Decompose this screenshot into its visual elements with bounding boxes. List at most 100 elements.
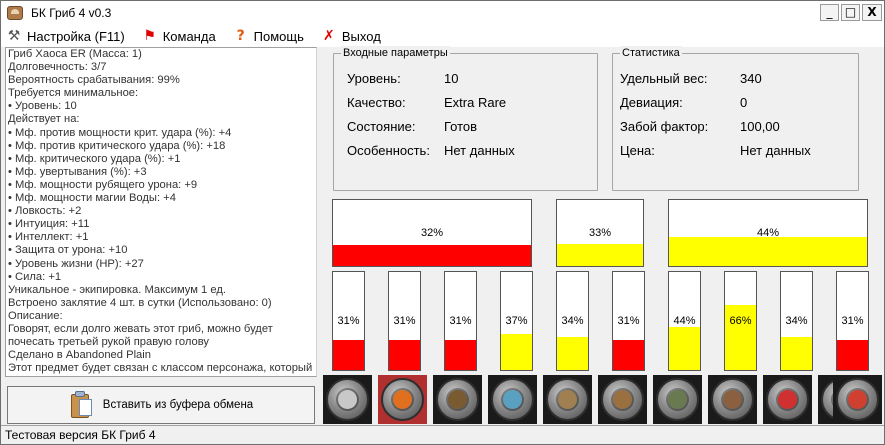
slot-bar-percent: 31% [337,315,360,327]
slot-bar: 34% [780,271,813,371]
weight-value: 340 [740,71,762,86]
slot-bar-percent: 31% [449,315,472,327]
item-text-line: • Интуиция: +11 [8,218,90,231]
item-text-line: Встроено заклятие 4 шт. в сутки (Использ… [8,296,272,309]
slot-bar-percent: 34% [785,315,808,327]
quality-label: Качество: [347,95,406,110]
state-value: Готов [444,119,478,134]
slot-bar-percent: 31% [617,315,640,327]
item-slot[interactable] [323,375,372,424]
menu-help[interactable]: ? Помощь [232,26,304,46]
item-text-line: • Мф. против критического удара (%): +18 [8,139,226,152]
window-controls: _ □ X [820,4,882,21]
item-text-line: • Мф. критического удара (%): +1 [8,152,181,165]
slot-bar: 31% [332,271,365,371]
item-text-line: • Мф. мощности магии Воды: +4 [8,192,176,205]
paste-from-clipboard-button[interactable]: Вставить из буфера обмена [7,386,315,424]
item-slot[interactable] [543,375,592,424]
menu-team[interactable]: ⚑ Команда [141,26,215,46]
item-text-line: • Уровень: 10 [8,100,77,113]
chest-icon [711,378,754,421]
wrench-icon: ⚒ [7,28,21,44]
slot-bar-fill [445,339,476,370]
item-text-line: Долговечность: 3/7 [8,61,107,74]
slot-bar-fill [669,326,700,370]
red-flower-icon [766,378,809,421]
price-label: Цена: [620,143,655,158]
price-value: Нет данных [740,143,811,158]
item-text-line: • Мф. увертывания (%): +3 [8,165,147,178]
item-slot[interactable] [708,375,757,424]
kill-factor-label: Забой фактор: [620,119,709,134]
slot-bar-fill [333,339,364,370]
item-slot[interactable] [488,375,537,424]
item-text-line: Требуется минимальное: [8,87,139,100]
slot-bar-fill [781,336,812,370]
menu-settings-label: Настройка (F11) [27,28,125,44]
slot-bar: 34% [556,271,589,371]
item-description-textbox[interactable]: Гриб Хаоса ER (Масса: 1) Долговечность: 3… [5,47,317,377]
slot-bar: 31% [612,271,645,371]
deviation-label: Девиация: [620,95,683,110]
menu-exit[interactable]: ✗ Выход [320,26,381,46]
item-slot[interactable] [433,375,482,424]
item-text-line: Говорят, если долго жевать этот гриб, мо… [8,322,273,335]
item-slot[interactable] [833,375,882,424]
slot-bar-fill [501,333,532,370]
item-slot[interactable] [763,375,812,424]
maximize-button[interactable]: □ [841,4,860,21]
slot-bar-percent: 44% [673,315,696,327]
item-text-line: Уникальное - экипировка. Максимум 1 ед. [8,283,226,296]
slot-bar-fill [389,339,420,370]
item-text-line: Описание: [8,309,63,322]
item-text-line: • Защита от урона: +10 [8,244,128,257]
statistics-caption: Статистика [620,46,682,60]
minimize-button[interactable]: _ [820,4,839,21]
item-text-line: • Интеллект: +1 [8,231,89,244]
slot-bar: 37% [500,271,533,371]
clipboard-icon [69,391,93,419]
item-text-line: Гриб Хаоса ER (Масса: 1) [8,48,142,60]
summary-bar: 44% [668,199,868,267]
slot-bar: 31% [836,271,869,371]
summary-bar-percent: 32% [420,227,444,239]
slot-bar-percent: 31% [841,315,864,327]
item-slot[interactable] [653,375,702,424]
menu-exit-label: Выход [341,28,381,44]
weight-label: Удельный вес: [620,71,708,86]
item-text-line: • Мф. мощности рубящего урона: +9 [8,178,198,191]
item-text-line: • Сила: +1 [8,270,62,283]
title-bar[interactable]: БК Гриб 4 v0.3 _ □ X [1,1,884,25]
summary-bar: 32% [332,199,532,267]
input-params-caption: Входные параметры [341,46,450,60]
close-button[interactable]: X [862,4,882,21]
kill-factor-value: 100,00 [740,119,780,134]
item-text-line: Вероятность срабатывания: 99% [8,74,180,87]
wooden-shield-icon [601,378,644,421]
item-text-line: Сделано в Abandoned Plain [8,349,151,362]
summary-bar-fill [557,244,643,266]
slot-bar-percent: 37% [505,315,528,327]
item-text-line: • Мф. против мощности крит. удара (%): +… [8,126,232,139]
menu-settings[interactable]: ⚒ Настройка (F11) [5,26,125,46]
exit-x-icon: ✗ [323,28,335,44]
summary-bar: 33% [556,199,644,267]
feature-label: Особенность: [347,143,430,158]
summary-bar-fill [333,244,531,266]
menu-help-label: Помощь [253,28,304,44]
feature-value: Нет данных [444,143,515,158]
deviation-value: 0 [740,95,748,110]
slot-bar: 31% [388,271,421,371]
armor-plate-icon [326,378,369,421]
slot-bar-fill [837,339,868,370]
app-logo-icon[interactable] [7,6,23,20]
question-icon: ? [236,28,245,44]
slot-bar: 66% [724,271,757,371]
flag-icon: ⚑ [143,28,156,44]
item-text-line: почесать третьей рукой правую голову [8,336,210,349]
root-claw-icon [436,378,479,421]
item-slot[interactable] [598,375,647,424]
strawberry-icon [836,378,879,421]
level-value: 10 [444,71,459,86]
item-slot[interactable] [378,375,427,424]
